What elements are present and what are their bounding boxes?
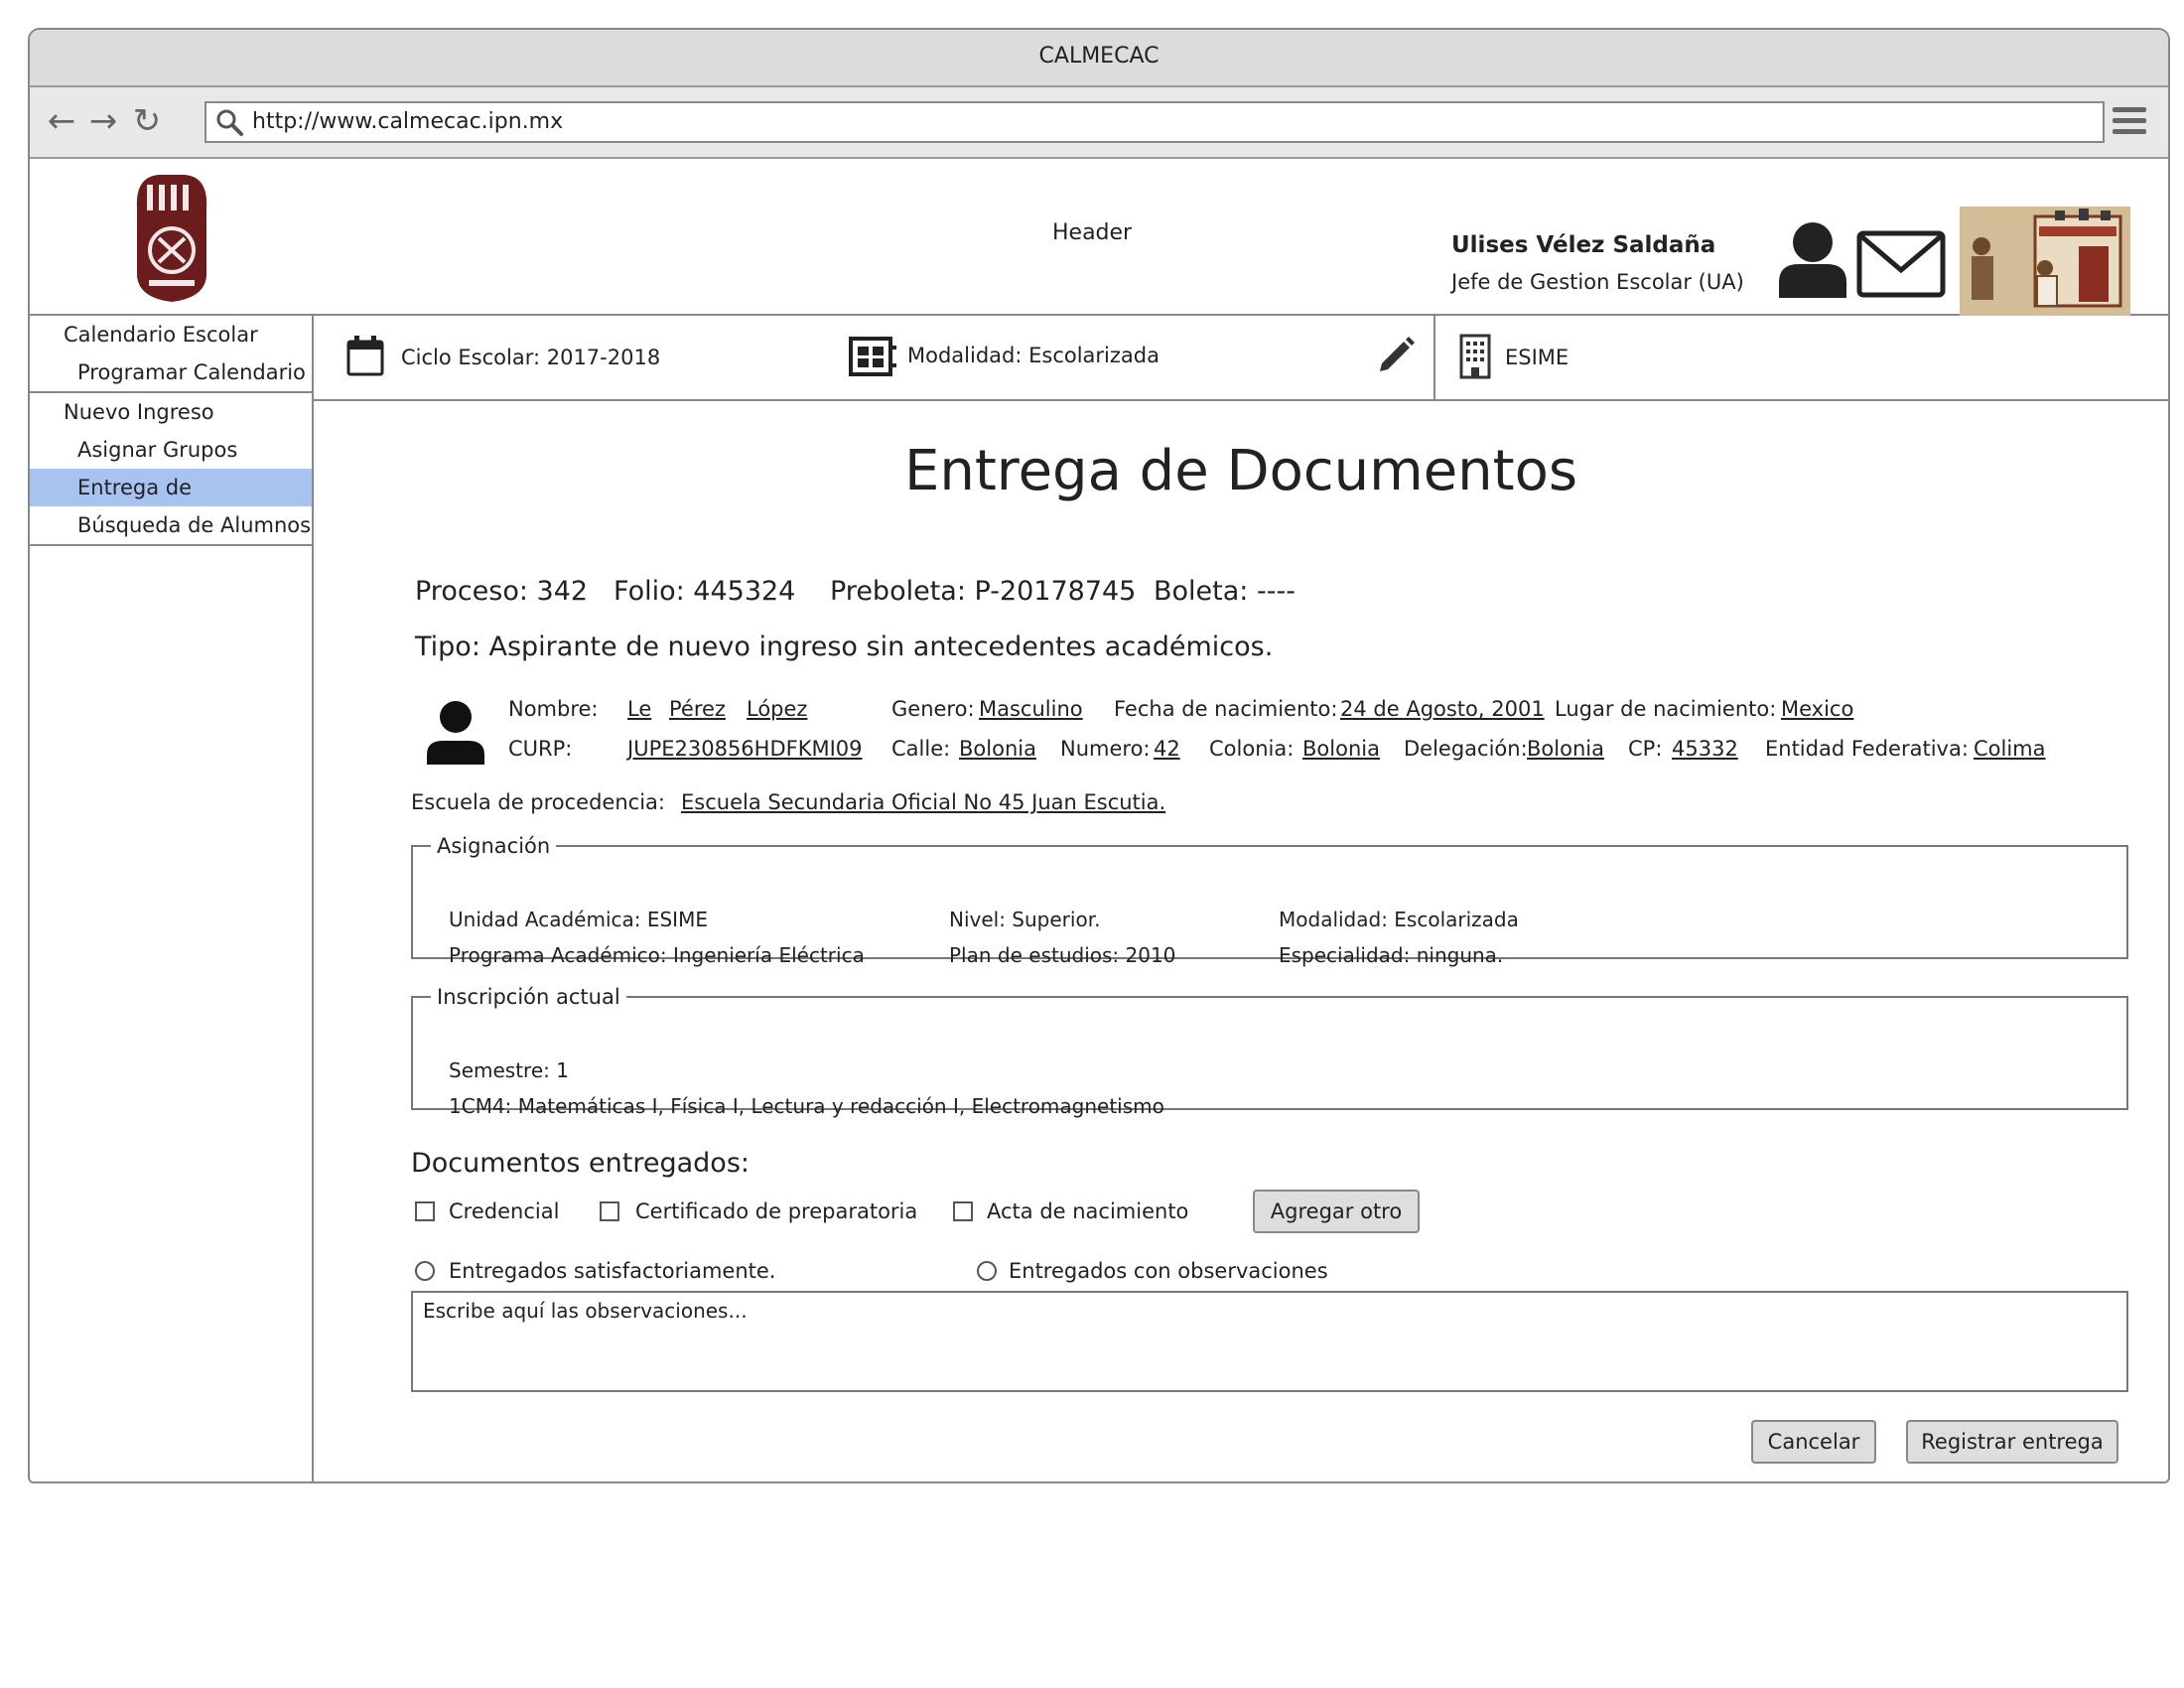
credencial-checkbox[interactable] xyxy=(415,1201,435,1221)
genero-link[interactable]: Masculino xyxy=(979,697,1083,721)
user-profile-icon[interactable] xyxy=(1775,220,1850,298)
entidad-link[interactable]: Colima xyxy=(1974,737,2046,761)
asignacion-legend: Asignación xyxy=(437,834,551,858)
context-bar: Ciclo Escolar: 2017-2018 Modalidad: Esco… xyxy=(314,316,2168,401)
page-title: Entrega de Documentos xyxy=(903,439,1578,503)
asignacion-group: Asignación Unidad Académica: ESIME Progr… xyxy=(411,834,2128,967)
sidebar-item-nuevo-ingreso[interactable]: Nuevo Ingreso xyxy=(30,393,312,431)
sidebar: Calendario Escolar Programar Calendario … xyxy=(30,316,314,1481)
numero-link[interactable]: 42 xyxy=(1154,737,1180,761)
tipo-aspirante: Tipo: Aspirante de nuevo ingreso sin ant… xyxy=(415,632,1274,662)
forward-arrow-icon[interactable]: → xyxy=(85,103,121,139)
fecha-nacimiento-label: Fecha de nacimiento: xyxy=(1114,697,1338,721)
observaciones-field[interactable] xyxy=(411,1291,2128,1392)
browser-window: CALMECAC ← → ↻ http://www.calmecac.ipn.m… xyxy=(28,28,2170,1483)
sidebar-group-nuevo-ingreso: Nuevo Ingreso Asignar Grupos Entrega de … xyxy=(30,393,312,546)
calle-label: Calle: xyxy=(891,737,951,761)
main-content: Entrega de Documentos Proceso: 342 Folio… xyxy=(314,401,2168,1481)
escuela: ESIME xyxy=(1505,346,1570,369)
hamburger-menu-icon[interactable] xyxy=(2113,107,2146,137)
delegacion-label: Delegación: xyxy=(1404,737,1528,761)
boleta: Boleta: ---- xyxy=(1154,576,1296,607)
escuela-procedencia-link[interactable]: Escuela Secundaria Oficial No 45 Juan Es… xyxy=(681,790,1165,814)
user-name: Ulises Vélez Saldaña xyxy=(1451,232,1716,258)
certificado-label: Certificado de preparatoria xyxy=(635,1199,918,1223)
documentos-heading: Documentos entregados: xyxy=(411,1148,750,1179)
fecha-nacimiento-link[interactable]: 24 de Agosto, 2001 xyxy=(1340,697,1545,721)
user-avatar-image xyxy=(1960,207,2130,316)
delegacion-link[interactable]: Bolonia xyxy=(1527,737,1604,761)
nivel: Nivel: Superior. xyxy=(949,908,1101,931)
url-bar[interactable]: http://www.calmecac.ipn.mx xyxy=(205,101,2105,143)
folio: Folio: 445324 xyxy=(614,576,796,607)
credencial-label: Credencial xyxy=(449,1199,560,1223)
numero-label: Numero: xyxy=(1060,737,1151,761)
ipn-logo xyxy=(136,175,207,302)
sidebar-group-calendario: Calendario Escolar Programar Calendario xyxy=(30,316,312,393)
cp-label: CP: xyxy=(1628,737,1663,761)
sidebar-item-asignar-grupos[interactable]: Asignar Grupos xyxy=(30,431,312,469)
mail-icon[interactable] xyxy=(1856,230,1946,298)
nombre-label: Nombre: xyxy=(508,697,599,721)
especialidad: Especialidad: ninguna. xyxy=(1279,943,1504,967)
sidebar-item-entrega[interactable]: Entrega de xyxy=(30,469,312,506)
grupo-materias: 1CM4: Matemáticas I, Física I, Lectura y… xyxy=(449,1094,1164,1118)
inscripcion-legend: Inscripción actual xyxy=(437,985,620,1009)
entidad-label: Entidad Federativa: xyxy=(1765,737,1969,761)
modalidad: Modalidad: Escolarizada xyxy=(907,344,1160,367)
sidebar-item-calendario-escolar[interactable]: Calendario Escolar xyxy=(30,316,312,353)
entregados-satisfactoriamente-label: Entregados satisfactoriamente. xyxy=(449,1259,776,1283)
entregados-observaciones-radio[interactable] xyxy=(977,1261,997,1281)
preboleta: Preboleta: P-20178745 xyxy=(830,576,1137,607)
unidad-academica: Unidad Académica: ESIME xyxy=(449,908,708,931)
inscripcion-group: Inscripción actual Semestre: 1 1CM4: Mat… xyxy=(411,985,2128,1118)
apellido-materno-link[interactable]: López xyxy=(747,697,807,721)
plan-estudios: Plan de estudios: 2010 xyxy=(949,943,1176,967)
header-label: Header xyxy=(1052,220,1133,245)
student-icon xyxy=(427,701,484,765)
certificado-checkbox[interactable] xyxy=(600,1201,619,1221)
escuela-procedencia-label: Escuela de procedencia: xyxy=(411,790,665,814)
apellido-paterno-link[interactable]: Pérez xyxy=(669,697,726,721)
registrar-entrega-button[interactable]: Registrar entrega xyxy=(1906,1420,2118,1464)
semestre: Semestre: 1 xyxy=(449,1058,569,1082)
building-icon xyxy=(1459,334,1491,379)
lugar-nacimiento-label: Lugar de nacimiento: xyxy=(1555,697,1777,721)
window-title: CALMECAC xyxy=(1038,44,1160,69)
acta-nacimiento-checkbox[interactable] xyxy=(953,1201,973,1221)
search-icon xyxy=(216,109,243,136)
reload-icon[interactable]: ↻ xyxy=(129,103,165,139)
sidebar-item-programar-calendario[interactable]: Programar Calendario xyxy=(30,353,312,391)
title-bar: CALMECAC xyxy=(30,30,2168,87)
user-role: Jefe de Gestion Escolar (UA) xyxy=(1451,270,1744,294)
lugar-nacimiento-link[interactable]: Mexico xyxy=(1781,697,1853,721)
colonia-label: Colonia: xyxy=(1209,737,1295,761)
entregados-observaciones-label: Entregados con observaciones xyxy=(1009,1259,1328,1283)
curp-link[interactable]: JUPE230856HDFKMI09 xyxy=(627,737,863,761)
sidebar-item-busqueda-alumnos[interactable]: Búsqueda de Alumnos xyxy=(30,506,312,544)
url-text: http://www.calmecac.ipn.mx xyxy=(252,109,564,134)
edit-pencil-icon[interactable] xyxy=(1376,334,1416,373)
proceso: Proceso: 342 xyxy=(415,576,589,607)
calle-link[interactable]: Bolonia xyxy=(959,737,1036,761)
modalidad-icon xyxy=(849,337,896,376)
ciclo-escolar: Ciclo Escolar: 2017-2018 xyxy=(401,346,661,369)
curp-label: CURP: xyxy=(508,737,573,761)
context-divider xyxy=(1433,316,1435,399)
back-arrow-icon[interactable]: ← xyxy=(44,103,79,139)
calendar-icon xyxy=(346,336,384,376)
page-header: Header Ulises Vélez Saldaña Jefe de Gest… xyxy=(30,159,2168,316)
programa-academico: Programa Académico: Ingeniería Eléctrica xyxy=(449,943,865,967)
asignacion-modalidad: Modalidad: Escolarizada xyxy=(1279,908,1519,931)
observaciones-textarea[interactable] xyxy=(413,1293,2126,1390)
cancel-button[interactable]: Cancelar xyxy=(1751,1420,1876,1464)
acta-nacimiento-label: Acta de nacimiento xyxy=(987,1199,1189,1223)
nombre-link[interactable]: Le xyxy=(627,697,651,721)
entregados-satisfactoriamente-radio[interactable] xyxy=(415,1261,435,1281)
agregar-otro-button[interactable]: Agregar otro xyxy=(1253,1190,1420,1233)
genero-label: Genero: xyxy=(891,697,975,721)
colonia-link[interactable]: Bolonia xyxy=(1302,737,1380,761)
browser-toolbar: ← → ↻ http://www.calmecac.ipn.mx xyxy=(30,87,2168,159)
cp-link[interactable]: 45332 xyxy=(1672,737,1738,761)
